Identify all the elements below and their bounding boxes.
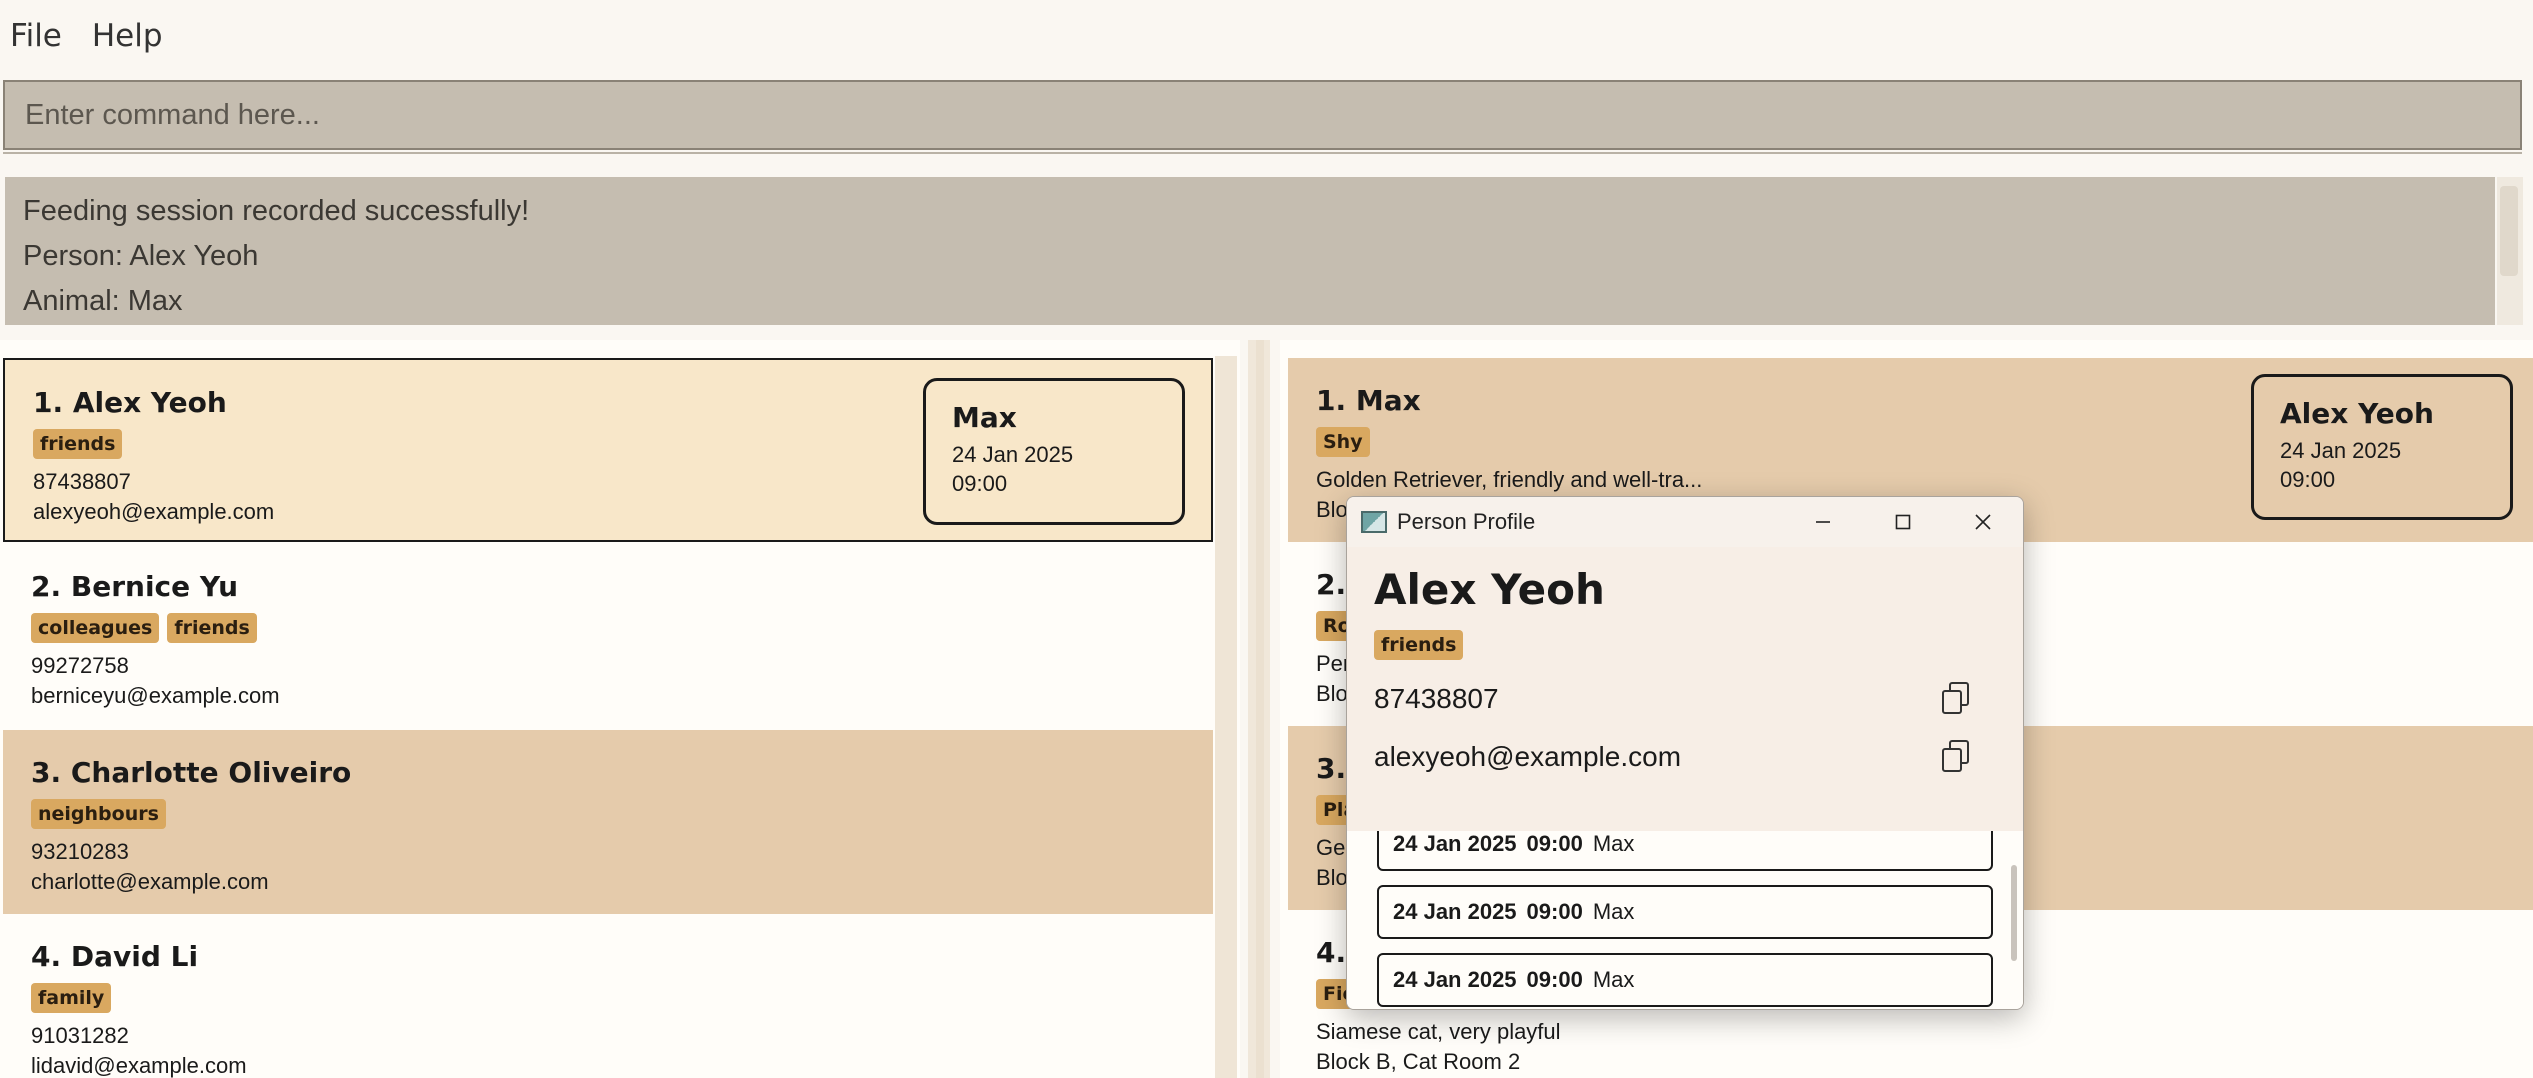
feeding-time: 09:00 bbox=[2280, 467, 2336, 492]
feeding-date: 24 Jan 2025 bbox=[1393, 899, 1517, 924]
result-scrollbar-thumb[interactable] bbox=[2500, 186, 2518, 276]
profile-email-row: alexyeoh@example.com bbox=[1374, 728, 1996, 786]
person-name: 2. Bernice Yu bbox=[31, 570, 239, 603]
animal-description: Siamese cat, very playful bbox=[1316, 1019, 1561, 1044]
result-line: Feeding session recorded successfully! bbox=[23, 195, 530, 227]
minimize-button[interactable] bbox=[1783, 497, 1863, 547]
feeding-date: 24 Jan 2025 bbox=[952, 442, 1074, 467]
person-phone: 93210283 bbox=[31, 839, 129, 864]
person-name: 3. Charlotte Oliveiro bbox=[31, 756, 352, 789]
command-box bbox=[3, 80, 2522, 150]
minimize-icon bbox=[1816, 521, 1830, 523]
app-icon bbox=[1361, 511, 1387, 533]
feeding-time: 09:00 bbox=[1526, 967, 1583, 992]
person-card[interactable]: 1. Alex Yeoh friends 87438807 alexyeoh@e… bbox=[3, 358, 1213, 542]
feeding-date: 24 Jan 2025 bbox=[2280, 438, 2402, 463]
person-list-scrollbar[interactable] bbox=[1215, 356, 1237, 1078]
person-profile-window: Person Profile Alex Yeoh friends 8743880… bbox=[1346, 496, 2024, 1010]
tag: Shy bbox=[1316, 427, 1370, 457]
feeding-time: 09:00 bbox=[1526, 899, 1583, 924]
profile-email: alexyeoh@example.com bbox=[1374, 741, 1682, 772]
animal-location: Block B, Cat Room 2 bbox=[1316, 1049, 1521, 1074]
person-name: 4. David Li bbox=[31, 940, 199, 973]
feeding-history-scrollbar[interactable] bbox=[2011, 865, 2017, 961]
command-input[interactable] bbox=[25, 82, 2520, 148]
feeding-animal: Max bbox=[1592, 967, 1635, 992]
person-email: lidavid@example.com bbox=[31, 1053, 247, 1078]
profile-phone: 87438807 bbox=[1374, 683, 1499, 714]
feeding-date: 24 Jan 2025 bbox=[1393, 831, 1517, 856]
person-card[interactable]: 2. Bernice Yu colleagues friends 99272758… bbox=[3, 544, 1213, 728]
person-card[interactable]: 4. David Li family 91031282 lidavid@exam… bbox=[3, 914, 1213, 1078]
menu-help[interactable]: Help bbox=[92, 12, 163, 60]
close-icon bbox=[1975, 514, 1991, 530]
feeding-time: 09:00 bbox=[952, 471, 1008, 496]
feeding-entry[interactable]: 24 Jan 2025 09:00 Max bbox=[1377, 831, 1993, 871]
feeding-summary: Alex Yeoh 24 Jan 2025 09:00 bbox=[2251, 374, 2513, 520]
close-button[interactable] bbox=[1943, 497, 2023, 547]
feeding-person: Alex Yeoh bbox=[2280, 397, 2434, 430]
tag: friends bbox=[167, 613, 257, 643]
profile-phone-row: 87438807 bbox=[1374, 670, 1996, 728]
person-phone: 99272758 bbox=[31, 653, 129, 678]
tag: family bbox=[31, 983, 112, 1013]
feeding-entry[interactable]: 24 Jan 2025 09:00 Max bbox=[1377, 885, 1993, 939]
result-line: Animal: Max bbox=[23, 285, 183, 317]
tag: colleagues bbox=[31, 613, 160, 643]
tag: friends bbox=[33, 429, 123, 459]
maximize-icon bbox=[1895, 514, 1911, 530]
person-card[interactable]: 3. Charlotte Oliveiro neighbours 9321028… bbox=[3, 730, 1213, 914]
window-title: Person Profile bbox=[1397, 509, 1536, 534]
tag: neighbours bbox=[31, 799, 166, 829]
result-display: Feeding session recorded successfully! P… bbox=[5, 177, 2495, 325]
menu-file[interactable]: File bbox=[10, 12, 62, 60]
split-divider-bar bbox=[1256, 340, 1264, 1078]
person-list: 1. Alex Yeoh friends 87438807 alexyeoh@e… bbox=[0, 340, 1240, 1078]
command-underline bbox=[3, 152, 2522, 154]
window-titlebar[interactable]: Person Profile bbox=[1347, 497, 2023, 547]
maximize-button[interactable] bbox=[1863, 497, 1943, 547]
person-email: charlotte@example.com bbox=[31, 869, 269, 894]
feeding-animal: Max bbox=[1592, 831, 1635, 856]
feeding-date: 24 Jan 2025 bbox=[1393, 967, 1517, 992]
copy-icon[interactable] bbox=[1942, 740, 1972, 774]
menu-bar: File Help bbox=[0, 0, 2533, 72]
person-phone: 91031282 bbox=[31, 1023, 129, 1048]
tag: friends bbox=[1374, 630, 1464, 660]
feeding-history-list: 24 Jan 2025 09:00 Max 24 Jan 2025 09:00 … bbox=[1347, 831, 2023, 1009]
feeding-time: 09:00 bbox=[1526, 831, 1583, 856]
feeding-summary: Max 24 Jan 2025 09:00 bbox=[923, 378, 1185, 525]
feeding-animal: Max bbox=[952, 401, 1017, 434]
feeding-entry[interactable]: 24 Jan 2025 09:00 Max bbox=[1377, 953, 1993, 1007]
profile-name: Alex Yeoh bbox=[1374, 565, 1605, 614]
copy-icon[interactable] bbox=[1942, 682, 1972, 716]
person-email: berniceyu@example.com bbox=[31, 683, 280, 708]
result-line: Person: Alex Yeoh bbox=[23, 240, 259, 272]
feeding-animal: Max bbox=[1592, 899, 1635, 924]
